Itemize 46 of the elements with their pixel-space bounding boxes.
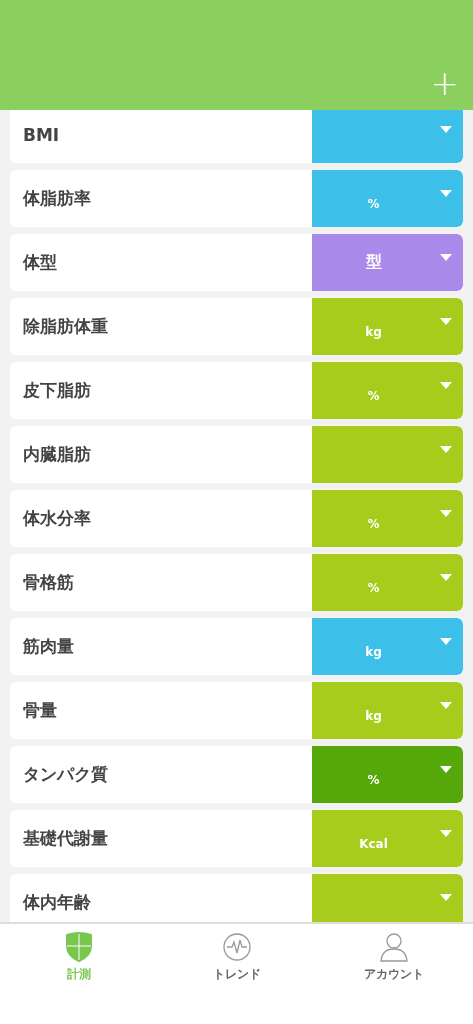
metric-dropdown[interactable]	[312, 426, 463, 483]
metric-dropdown[interactable]: %	[312, 490, 463, 547]
metric-label: 基礎代謝量	[10, 810, 312, 867]
metric-dropdown[interactable]: %	[312, 746, 463, 803]
metric-label: 皮下脂肪	[10, 362, 312, 419]
metric-dropdown[interactable]: kg	[312, 618, 463, 675]
metric-label: 体内年齢	[10, 874, 312, 922]
metric-dropdown[interactable]: kg	[312, 298, 463, 355]
caret-icon	[440, 766, 452, 773]
tab[interactable]: 計測	[0, 924, 158, 1024]
metric-label: 体水分率	[10, 490, 312, 547]
caret-icon	[440, 190, 452, 197]
metric-dropdown[interactable]	[312, 874, 463, 922]
caret-icon	[440, 318, 452, 325]
metric-dropdown[interactable]: 型	[312, 234, 463, 291]
caret-icon	[440, 382, 452, 389]
shield-icon	[64, 932, 93, 962]
add-button[interactable]: +	[430, 66, 459, 100]
caret-icon	[440, 638, 452, 645]
metric-label: 筋肉量	[10, 618, 312, 675]
metric-label: 骨格筋	[10, 554, 312, 611]
caret-icon	[440, 894, 452, 901]
caret-icon	[440, 446, 452, 453]
metric-dropdown[interactable]: %	[312, 170, 463, 227]
caret-icon	[440, 510, 452, 517]
metric-label: 内臓脂肪	[10, 426, 312, 483]
caret-icon	[440, 574, 452, 581]
metric-dropdown[interactable]: %	[312, 554, 463, 611]
metric-label: 除脂肪体重	[10, 298, 312, 355]
pulse-icon	[221, 932, 252, 962]
metric-dropdown[interactable]: kg	[312, 682, 463, 739]
metric-dropdown[interactable]: Kcal	[312, 810, 463, 867]
caret-icon	[440, 702, 452, 709]
person-icon	[379, 932, 410, 962]
metric-label: 体脂肪率	[10, 170, 312, 227]
metric-dropdown[interactable]: %	[312, 362, 463, 419]
metric-dropdown[interactable]	[312, 110, 463, 163]
tab[interactable]: トレンド	[157, 924, 316, 1024]
caret-icon	[440, 830, 452, 837]
caret-icon	[440, 126, 452, 133]
metric-label: 骨量	[10, 682, 312, 739]
caret-icon	[440, 254, 452, 261]
tab[interactable]: アカウント	[315, 924, 473, 1024]
metric-label: タンパク質	[10, 746, 312, 803]
metric-label: BMI	[10, 110, 312, 163]
metric-label: 体型	[10, 234, 312, 291]
